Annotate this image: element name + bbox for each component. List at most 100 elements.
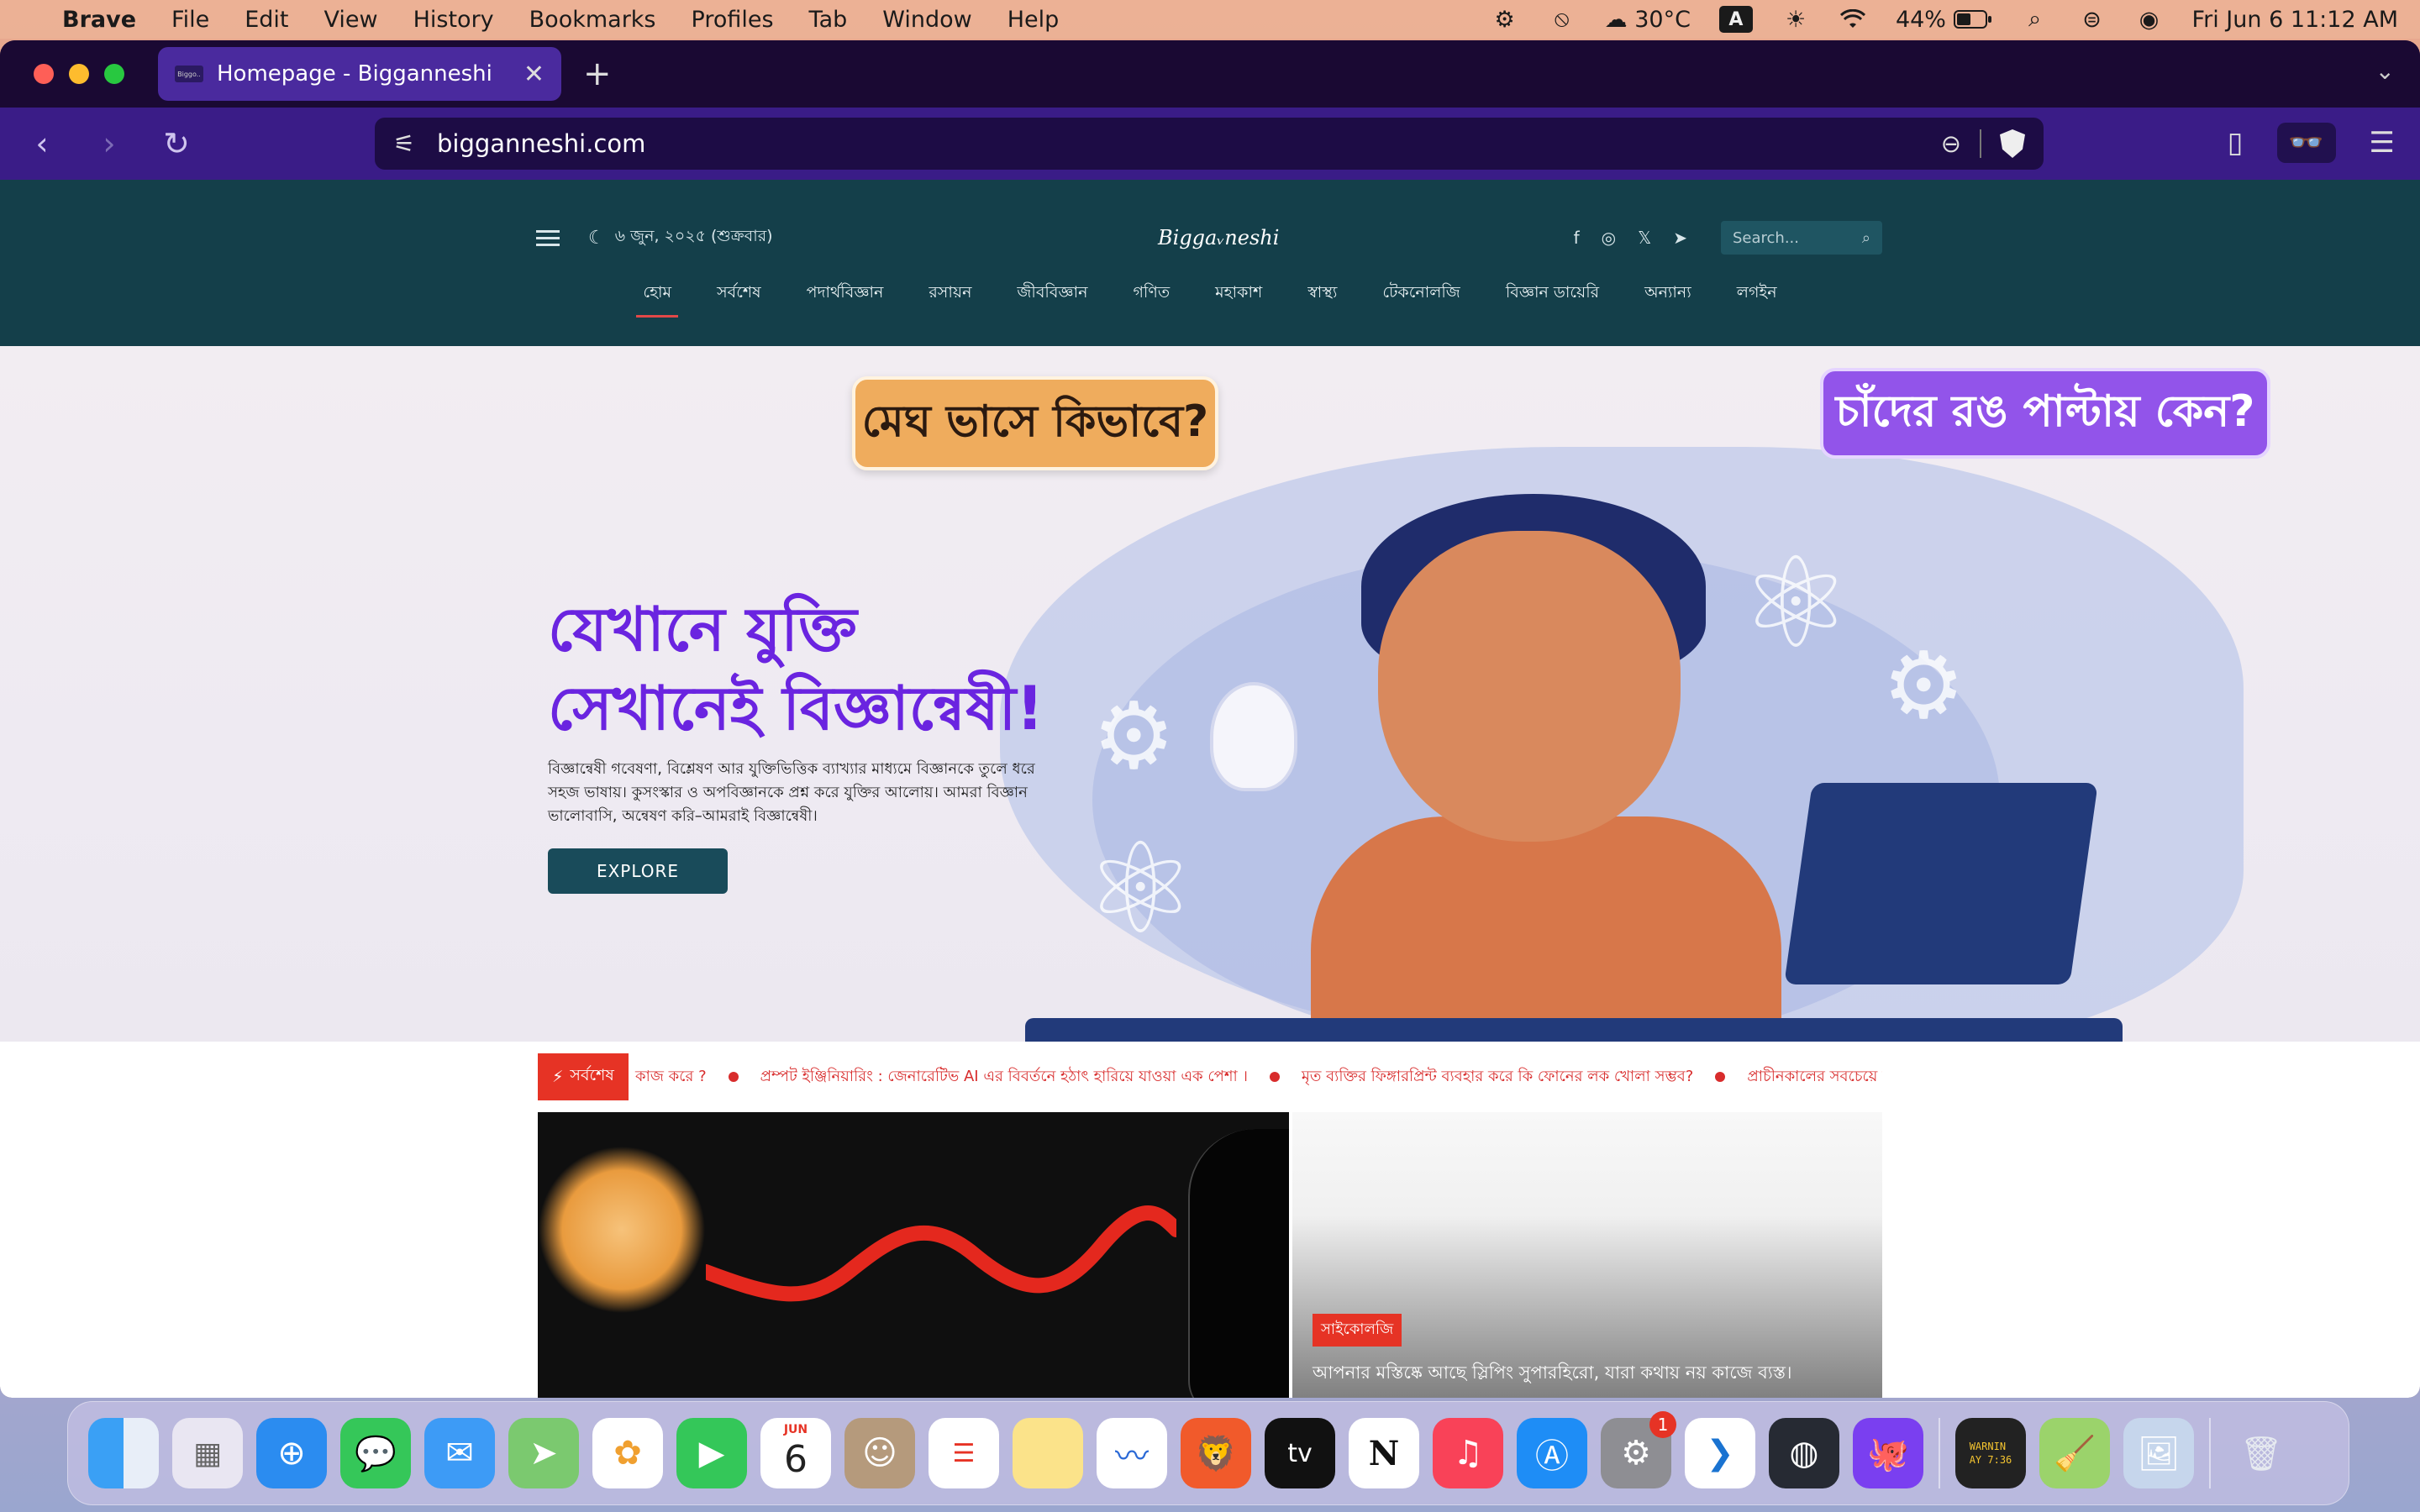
nav-biology[interactable]: জীববিজ্ঞান bbox=[1017, 281, 1087, 318]
ticker-item[interactable]: প্রম্পট ইঞ্জিনিয়ারিং : জেনারেটিভ AI এর … bbox=[760, 1064, 1248, 1090]
nav-chemistry[interactable]: রসায়ন bbox=[929, 281, 971, 318]
url-text[interactable]: bigganneshi.com bbox=[437, 129, 1941, 158]
maps-icon[interactable]: ➤ bbox=[508, 1418, 579, 1488]
nav-space[interactable]: মহাকাশ bbox=[1215, 281, 1262, 318]
wifi-icon[interactable] bbox=[1839, 7, 1867, 32]
nav-latest[interactable]: সর্বশেষ bbox=[717, 281, 760, 318]
music-icon[interactable]: ♫ bbox=[1433, 1418, 1503, 1488]
nav-science-diary[interactable]: বিজ্ঞান ডায়েরি bbox=[1506, 281, 1599, 318]
freeform-icon[interactable]: 〰 bbox=[1097, 1418, 1167, 1488]
notes-icon[interactable] bbox=[1013, 1418, 1083, 1488]
ticker-item[interactable]: মৃত ব্যক্তির ফিঙ্গারপ্রিন্ট ব্যবহার করে … bbox=[1302, 1064, 1693, 1090]
clock[interactable]: Fri Jun 6 11:12 AM bbox=[2192, 7, 2398, 33]
close-tab-icon[interactable]: ✕ bbox=[523, 60, 544, 89]
menu-bookmarks[interactable]: Bookmarks bbox=[529, 7, 656, 33]
dark-mode-toggle-icon[interactable]: ☾ bbox=[588, 228, 605, 249]
zoom-window-button[interactable] bbox=[104, 64, 124, 84]
sun-burst-illustration bbox=[538, 1146, 706, 1314]
forward-button[interactable]: › bbox=[92, 125, 126, 162]
nav-others[interactable]: অন্যান্য bbox=[1644, 281, 1691, 318]
menu-profiles[interactable]: Profiles bbox=[692, 7, 774, 33]
calendar-icon[interactable]: JUN 6 bbox=[760, 1418, 831, 1488]
site-settings-icon[interactable]: ⚟ bbox=[393, 129, 418, 158]
apple-tv-icon[interactable]: tv bbox=[1265, 1418, 1335, 1488]
menu-window[interactable]: Window bbox=[882, 7, 971, 33]
preview-icon[interactable]: 🖼 bbox=[2123, 1418, 2194, 1488]
reload-button[interactable]: ↻ bbox=[160, 125, 193, 162]
ticker-item[interactable]: কাজ করে ? bbox=[635, 1064, 707, 1090]
extension-status-icon[interactable]: ⚙ bbox=[1491, 7, 1519, 33]
app-store-icon[interactable]: Ⓐ bbox=[1517, 1418, 1587, 1488]
back-button[interactable]: ‹ bbox=[25, 125, 59, 162]
brave-icon[interactable]: 🦁 bbox=[1181, 1418, 1251, 1488]
nav-home[interactable]: হোম bbox=[636, 281, 678, 318]
system-settings-icon[interactable]: ⚙ 1 bbox=[1601, 1411, 1676, 1488]
new-tab-button[interactable]: + bbox=[583, 55, 612, 93]
browser-menu-icon[interactable]: ☰ bbox=[2370, 126, 2395, 160]
nav-technology[interactable]: টেকনোলজি bbox=[1382, 281, 1460, 318]
messages-icon[interactable]: 💬 bbox=[340, 1418, 411, 1488]
browser-toolbar: ‹ › ↻ ⚟ bigganneshi.com ⊖ ▯ 👓 ☰ bbox=[0, 108, 2420, 180]
sidebar-toggle-icon[interactable]: ▯ bbox=[2228, 126, 2244, 160]
search-icon[interactable]: ⌕ bbox=[1862, 229, 1870, 247]
mail-icon[interactable]: ✉ bbox=[424, 1418, 495, 1488]
tab-list-chevron-icon[interactable]: ⌄ bbox=[2375, 57, 2395, 85]
compass-status-icon[interactable]: ⦸ bbox=[1548, 6, 1576, 32]
hamburger-menu-icon[interactable] bbox=[536, 226, 560, 250]
console-icon[interactable]: WARNIN AY 7:36 bbox=[1955, 1418, 2026, 1488]
category-tag[interactable]: সাইকোলজি bbox=[1313, 1314, 1402, 1347]
vscode-icon[interactable]: ❯ bbox=[1685, 1418, 1755, 1488]
article-title[interactable]: আপনার মস্তিষ্কে আছে স্লিপিং সুপারহিরো, য… bbox=[1313, 1359, 1792, 1389]
cleaner-icon[interactable]: 🧹 bbox=[2039, 1418, 2110, 1488]
brave-shields-icon[interactable] bbox=[2000, 129, 2025, 158]
site-logo[interactable]: Biggaᵥneshi bbox=[1158, 226, 1279, 249]
facebook-icon[interactable]: f bbox=[1574, 228, 1580, 248]
tab-homepage[interactable]: Biggo.. Homepage - Bigganneshi ✕ bbox=[158, 47, 561, 101]
menu-help[interactable]: Help bbox=[1007, 7, 1060, 33]
github-desktop-icon[interactable]: 🐙 bbox=[1853, 1418, 1923, 1488]
address-bar[interactable]: ⚟ bigganneshi.com ⊖ bbox=[375, 118, 2044, 170]
nav-physics[interactable]: পদার্থবিজ্ঞান bbox=[807, 281, 884, 318]
featured-article-image[interactable] bbox=[538, 1112, 1289, 1398]
site-search-input[interactable]: Search... ⌕ bbox=[1721, 221, 1882, 255]
finder-icon[interactable] bbox=[88, 1418, 159, 1488]
explore-button[interactable]: EXPLORE bbox=[548, 848, 728, 894]
nav-health[interactable]: স্বাস্থ্য bbox=[1307, 281, 1337, 318]
ticker-label: ⚡ সর্বশেষ bbox=[538, 1053, 629, 1100]
instagram-icon[interactable]: ◎ bbox=[1602, 228, 1616, 248]
menu-file[interactable]: File bbox=[171, 7, 209, 33]
contacts-icon[interactable]: ☺ bbox=[844, 1418, 915, 1488]
siri-icon[interactable]: ◉ bbox=[2135, 7, 2164, 33]
weather-widget[interactable]: ☁ 30°C bbox=[1605, 7, 1691, 33]
trash-icon[interactable]: 🗑 bbox=[2226, 1418, 2296, 1488]
close-window-button[interactable] bbox=[34, 64, 54, 84]
brightness-icon[interactable]: ☀ bbox=[1781, 7, 1810, 33]
telegram-icon[interactable]: ➤ bbox=[1673, 228, 1687, 248]
reader-mode-icon[interactable]: 👓 bbox=[2276, 123, 2336, 163]
notion-icon[interactable]: N bbox=[1349, 1418, 1419, 1488]
control-center-icon[interactable]: ⊜ bbox=[2078, 7, 2107, 33]
photos-icon[interactable]: ✿ bbox=[592, 1418, 663, 1488]
launchpad-icon[interactable]: ▦ bbox=[172, 1418, 243, 1488]
safari-icon[interactable]: ⊕ bbox=[256, 1418, 327, 1488]
reminders-icon[interactable]: ☰ bbox=[929, 1418, 999, 1488]
input-source-icon[interactable]: A bbox=[1718, 6, 1753, 33]
menu-tab[interactable]: Tab bbox=[809, 7, 848, 33]
nav-math[interactable]: গণিত bbox=[1133, 281, 1170, 318]
question-bubble-moon: চাঁদের রঙ পাল্টায় কেন? bbox=[1820, 368, 2270, 459]
facetime-icon[interactable]: ▶ bbox=[676, 1418, 747, 1488]
obs-icon[interactable]: ◍ bbox=[1769, 1418, 1839, 1488]
nav-login[interactable]: লগইন bbox=[1737, 281, 1777, 318]
x-twitter-icon[interactable]: 𝕏 bbox=[1638, 228, 1651, 248]
menu-history[interactable]: History bbox=[413, 7, 494, 33]
app-menu[interactable]: Brave bbox=[62, 7, 136, 33]
search-icon[interactable]: ⌕ bbox=[2021, 6, 2049, 32]
menu-view[interactable]: View bbox=[324, 7, 378, 33]
menu-edit[interactable]: Edit bbox=[245, 7, 288, 33]
ticker-item[interactable]: প্রাচীনকালের সবচেয়ে ভয়ানক শাস্তি bbox=[1747, 1064, 1882, 1090]
battery-widget[interactable]: 44% bbox=[1896, 7, 1992, 33]
main-navigation: হোম সর্বশেষ পদার্থবিজ্ঞান রসায়ন জীববিজ্… bbox=[0, 281, 2420, 318]
minimize-window-button[interactable] bbox=[69, 64, 89, 84]
side-article-card[interactable]: সাইকোলজি আপনার মস্তিষ্কে আছে স্লিপিং সুপ… bbox=[1292, 1112, 1882, 1398]
zoom-out-icon[interactable]: ⊖ bbox=[1941, 129, 1961, 158]
